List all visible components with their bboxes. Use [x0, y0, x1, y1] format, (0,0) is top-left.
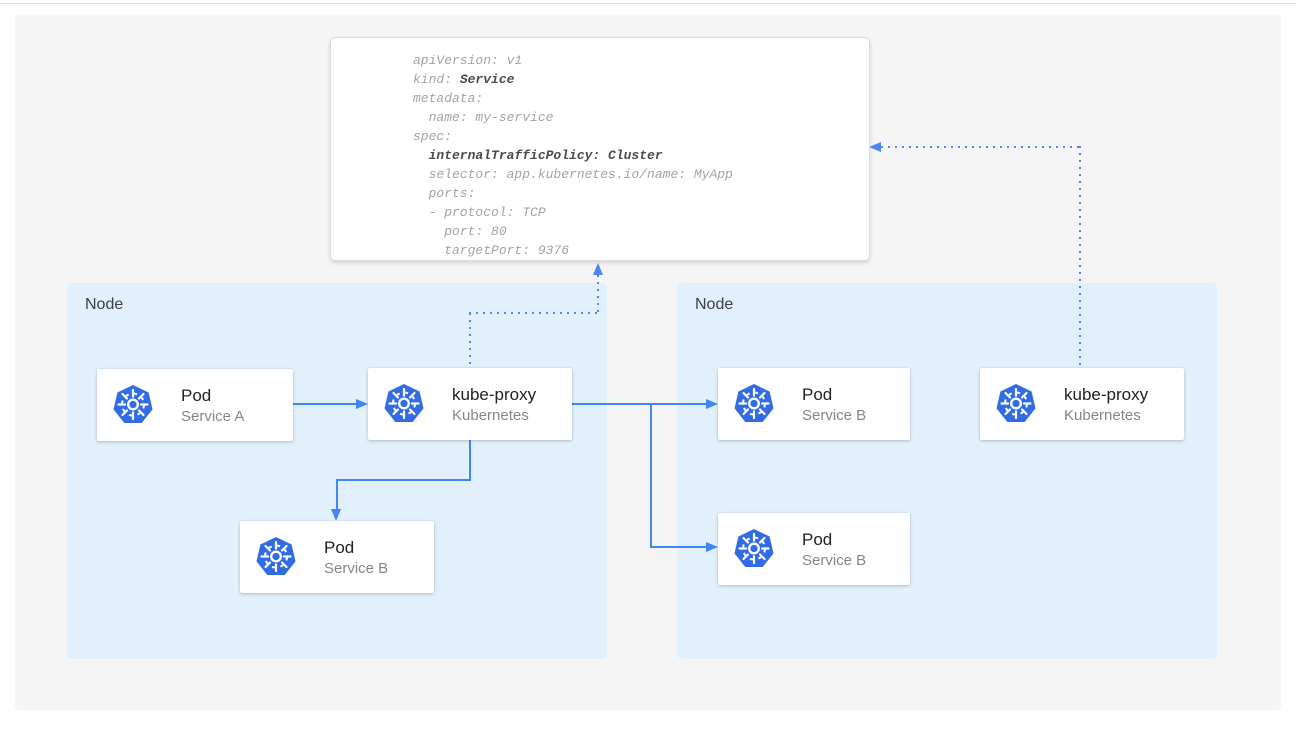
- arrow-down-to-pod-b-left: [336, 479, 338, 509]
- service-yaml-card: apiVersion: v1 kind: Service metadata: n…: [330, 37, 870, 261]
- dotted-arrowhead-up-icon: [593, 263, 603, 275]
- card-kube-proxy-right: kube-proxy Kubernetes: [980, 368, 1184, 440]
- top-divider: [0, 3, 1296, 4]
- card-title: Pod: [802, 529, 866, 550]
- card-subtitle: Kubernetes: [452, 406, 536, 425]
- arrowhead-right-icon: [706, 399, 718, 409]
- yaml-line: kind: Service: [413, 70, 869, 89]
- card-subtitle: Service B: [802, 551, 866, 570]
- yaml-line: name: my-service: [413, 108, 869, 127]
- yaml-line: port: 80: [413, 222, 869, 241]
- card-pod-service-a: Pod Service A: [97, 369, 293, 441]
- card-title: kube-proxy: [452, 384, 536, 405]
- arrow-elbow-left: [336, 479, 471, 481]
- card-subtitle: Service A: [181, 407, 244, 426]
- arrow-branch-down: [650, 403, 652, 548]
- node-label: Node: [695, 296, 733, 314]
- card-title: Pod: [324, 537, 388, 558]
- card-pod-service-b-right-bottom: Pod Service B: [718, 513, 910, 585]
- kubernetes-icon: [994, 382, 1038, 426]
- arrowhead-down-icon: [331, 509, 341, 521]
- arrow-branch-to-pod-b-bottom: [650, 546, 706, 548]
- yaml-line-internal-traffic-policy: internalTrafficPolicy: Cluster: [413, 146, 869, 165]
- dotted-arrowhead-left-icon: [869, 142, 881, 152]
- yaml-line: apiVersion: v1: [413, 51, 869, 70]
- yaml-line: ports:: [413, 184, 869, 203]
- yaml-line: targetPort: 9376: [413, 241, 869, 260]
- card-subtitle: Service B: [324, 559, 388, 578]
- node-left: Node: [67, 283, 607, 659]
- arrow-kube-proxy-down: [469, 440, 471, 481]
- dotted-line-kube-proxy-left-up: [469, 313, 471, 366]
- yaml-line: spec:: [413, 127, 869, 146]
- arrowhead-right-icon: [706, 542, 718, 552]
- card-subtitle: Kubernetes: [1064, 406, 1148, 425]
- yaml-line: metadata:: [413, 89, 869, 108]
- dotted-line-to-yaml-right: [881, 146, 1079, 148]
- dotted-line-kube-proxy-right-up: [1079, 146, 1081, 366]
- kubernetes-icon: [732, 382, 776, 426]
- arrow-pod-a-to-kube-proxy: [293, 403, 356, 405]
- card-title: kube-proxy: [1064, 384, 1148, 405]
- kubernetes-icon: [111, 383, 155, 427]
- yaml-line: selector: app.kubernetes.io/name: MyApp: [413, 165, 869, 184]
- card-pod-service-b-right-top: Pod Service B: [718, 368, 910, 440]
- dotted-line-kube-proxy-left-across: [469, 312, 599, 314]
- yaml-line: - protocol: TCP: [413, 203, 869, 222]
- node-right: Node: [677, 283, 1217, 659]
- card-title: Pod: [181, 385, 244, 406]
- card-title: Pod: [802, 384, 866, 405]
- diagram-canvas: Node Node apiVersion: v1 kind: Service m…: [0, 0, 1296, 729]
- dotted-line-to-yaml-bottom: [597, 275, 599, 313]
- kubernetes-icon: [382, 382, 426, 426]
- card-kube-proxy-left: kube-proxy Kubernetes: [368, 368, 572, 440]
- card-pod-service-b-left: Pod Service B: [240, 521, 434, 593]
- arrow-kube-proxy-to-pod-b-top: [572, 403, 706, 405]
- arrowhead-right-icon: [356, 399, 368, 409]
- kubernetes-icon: [732, 527, 776, 571]
- kubernetes-icon: [254, 535, 298, 579]
- card-subtitle: Service B: [802, 406, 866, 425]
- node-label: Node: [85, 296, 123, 314]
